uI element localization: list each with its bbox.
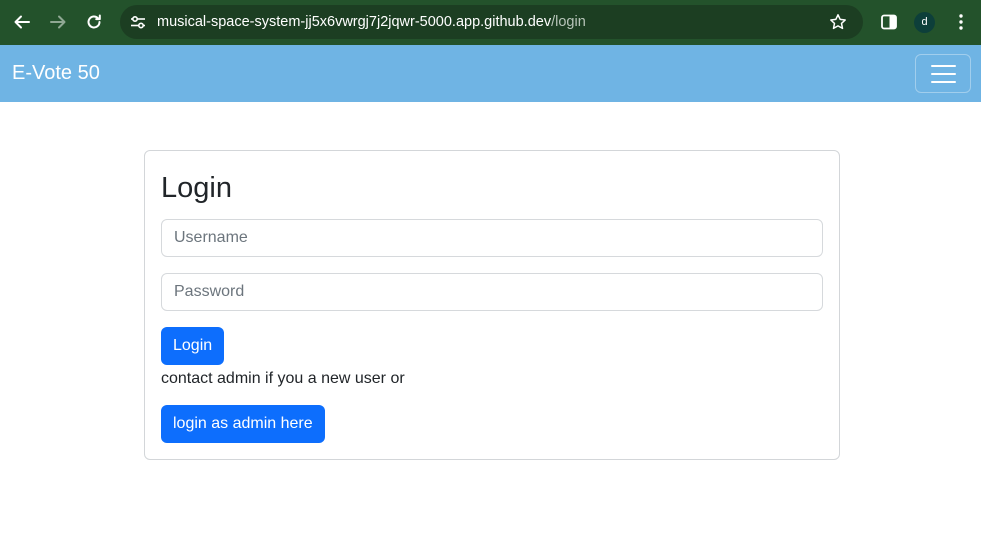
app-navbar: E-Vote 50 [0,45,981,102]
more-options-icon[interactable] [952,13,970,36]
url-text[interactable]: musical-space-system-jj5x6vwrgj7j2jqwr-5… [157,5,586,39]
login-card: Login Login contact admin if you a new u… [144,150,840,460]
password-input[interactable] [161,273,823,311]
site-settings-icon[interactable] [129,13,147,36]
bookmark-star-icon[interactable] [829,13,847,36]
admin-login-button[interactable]: login as admin here [161,405,325,443]
back-arrow-icon[interactable] [10,10,34,34]
reload-icon[interactable] [82,10,106,34]
url-host: musical-space-system-jj5x6vwrgj7j2jqwr-5… [157,14,552,30]
url-path: /login [551,14,586,30]
side-panel-icon[interactable] [880,13,898,36]
page-title: Login [161,172,232,204]
brand-link[interactable]: E-Vote 50 [12,45,100,102]
new-user-note: contact admin if you a new user or [161,370,405,387]
navbar-toggler-button[interactable] [915,54,971,93]
username-input[interactable] [161,219,823,257]
login-button[interactable]: Login [161,327,225,365]
browser-toolbar: musical-space-system-jj5x6vwrgj7j2jqwr-5… [0,0,981,45]
forward-arrow-icon[interactable] [46,10,70,34]
profile-avatar[interactable]: d [914,12,935,33]
address-bar[interactable]: musical-space-system-jj5x6vwrgj7j2jqwr-5… [120,5,863,39]
